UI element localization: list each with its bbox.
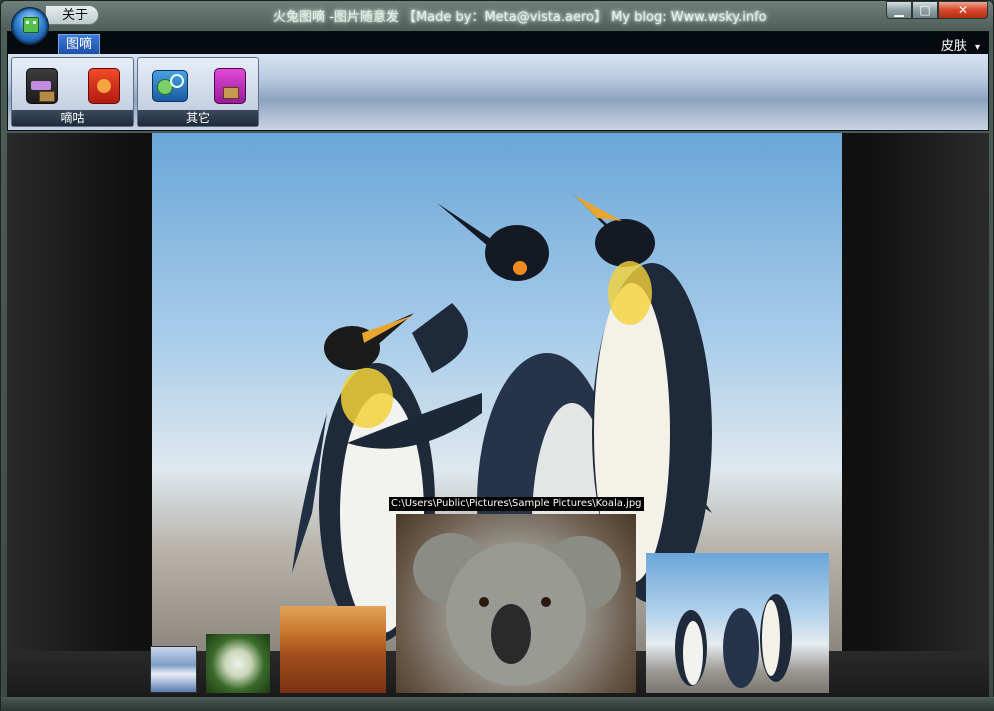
thumbnail-screenshot[interactable] [150, 646, 197, 693]
red-person-button[interactable] [82, 66, 122, 106]
mini-penguins-illustration [675, 594, 792, 688]
close-button[interactable]: ✕ [938, 1, 988, 19]
window-controls: ▁ □ ✕ [886, 1, 988, 21]
ribbon-tab-strip: 图嘀 皮肤 ▾ [8, 32, 988, 54]
ribbon-group-label: 嘀咕 [12, 110, 133, 126]
about-button[interactable]: 关于 [45, 5, 99, 25]
window-bottom-border [1, 697, 994, 711]
pink-person-icon [214, 68, 246, 104]
globe-people-button[interactable] [148, 66, 188, 106]
bag-button[interactable] [20, 66, 60, 106]
tab-tudi[interactable]: 图嘀 [58, 34, 100, 54]
app-logo-icon [23, 17, 39, 33]
red-person-icon [88, 68, 120, 104]
app-window: 关于 火兔图嘀 -图片随意发 【Made by：Meta@vista.aero】… [0, 0, 994, 711]
thumbnail-hydrangeas[interactable] [206, 634, 270, 693]
thumbnail-desert[interactable] [280, 606, 386, 693]
minimize-button[interactable]: ▁ [886, 1, 912, 19]
title-bar: 关于 火兔图嘀 -图片随意发 【Made by：Meta@vista.aero】… [1, 1, 994, 45]
maximize-button[interactable]: □ [912, 1, 938, 19]
app-orb-button[interactable] [11, 7, 49, 45]
bag-icon [26, 68, 58, 104]
ribbon-group-label: 其它 [138, 110, 258, 126]
chevron-down-icon: ▾ [974, 42, 980, 53]
globe-people-icon [152, 70, 188, 102]
koala-illustration [413, 533, 621, 686]
ribbon-body: 嘀咕 其它 [8, 54, 988, 130]
thumbnail-penguins[interactable] [646, 553, 829, 693]
pink-person-button[interactable] [208, 66, 248, 106]
hover-path-label: C:\Users\Public\Pictures\Sample Pictures… [389, 497, 644, 511]
skin-menu[interactable]: 皮肤 ▾ [941, 35, 980, 54]
window-title: 火兔图嘀 -图片随意发 【Made by：Meta@vista.aero】 My… [273, 10, 767, 25]
ribbon-group-digu: 嘀咕 [11, 57, 134, 127]
thumbnail-koala[interactable] [396, 514, 636, 693]
ribbon-group-qita: 其它 [137, 57, 259, 127]
skin-menu-label: 皮肤 [940, 39, 967, 54]
ribbon: 图嘀 皮肤 ▾ 嘀咕 其它 [7, 31, 989, 131]
